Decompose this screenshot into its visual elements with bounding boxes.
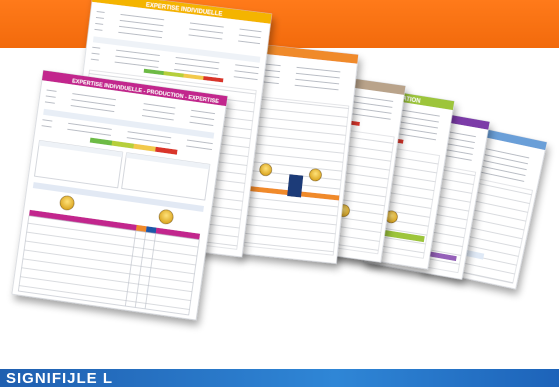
document-sheet-front: EXPERTISE INDIVIDUELLE - PRODUCTION - EX… xyxy=(11,70,228,321)
banner-text: SIGNIFIJLE L xyxy=(6,370,114,387)
bottom-blue-banner: SIGNIFIJLE L xyxy=(0,369,559,387)
document-stack-illustration: LOATION EXPERTISE INDIVIDUELLE EXPERTISE… xyxy=(11,0,548,321)
